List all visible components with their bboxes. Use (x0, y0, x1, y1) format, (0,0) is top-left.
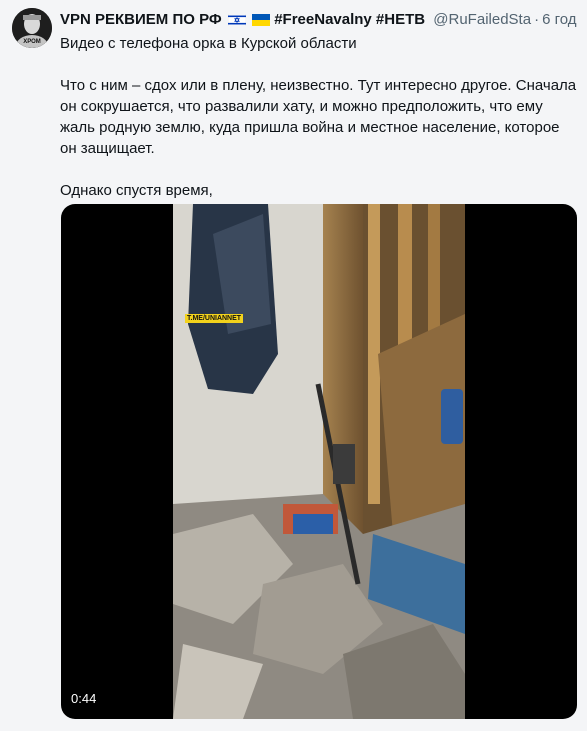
user-handle[interactable]: @RuFailedSta (433, 11, 531, 28)
tweet: ХРОМ VPN РЕКВИЕМ ПО РФ #FreeNavalny #НЕТ… (0, 0, 587, 731)
separator-dot: · (534, 11, 540, 28)
tweet-paragraph: Видео с телефона орка в Курской области (60, 35, 357, 52)
display-name[interactable]: VPN РЕКВИЕМ ПО РФ (60, 11, 222, 28)
video-frame: T.ME/UNIANNET (173, 204, 465, 719)
video-player[interactable]: T.ME/UNIANNET 0:44 (61, 204, 577, 719)
tweet-header: VPN РЕКВИЕМ ПО РФ #FreeNavalny #НЕТВ @Ru… (60, 10, 587, 30)
timestamp[interactable]: 6 год (542, 11, 576, 28)
ukraine-flag-icon (252, 12, 271, 30)
israel-flag-icon (227, 12, 247, 30)
video-duration: 0:44 (71, 691, 97, 706)
tweet-text: Видео с телефона орка в Курской области … (60, 33, 578, 201)
video-watermark: T.ME/UNIANNET (185, 314, 244, 323)
video-thumbnail (173, 204, 465, 719)
display-name-hashtags[interactable]: #FreeNavalny #НЕТВ (274, 11, 425, 28)
tweet-paragraph: Что с ним – сдох или в плену, неизвестно… (60, 77, 577, 157)
avatar[interactable]: ХРОМ (12, 8, 52, 48)
avatar-image: ХРОМ (12, 8, 52, 48)
tweet-paragraph: Однако спустя время, (60, 182, 213, 199)
svg-text:ХРОМ: ХРОМ (23, 39, 41, 45)
